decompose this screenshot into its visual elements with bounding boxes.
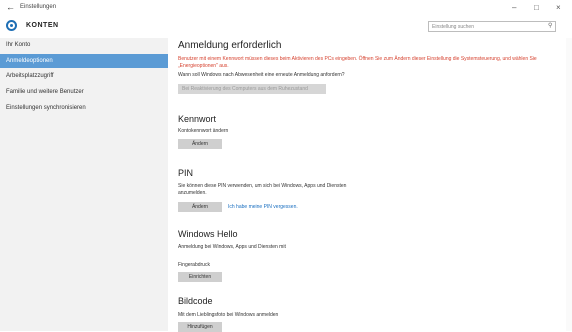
section-title-password: Kennwort [178,114,217,124]
section-title-picture-password: Bildcode [178,296,213,306]
change-pin-button[interactable]: Ändern [178,202,222,212]
search-icon[interactable]: ⚲ [548,22,552,29]
windows-hello-description: Anmeldung bei Windows, Apps und Diensten… [178,244,286,250]
title-bar: ← Einstellungen – □ × [0,0,572,17]
forgot-pin-link[interactable]: Ich habe meine PIN vergessen. [228,204,298,210]
gear-icon [6,20,17,31]
password-subtitle: Kontokennwort ändern [178,128,229,134]
pin-description: Sie können diese PIN verwenden, um sich … [178,183,347,196]
minimize-button[interactable]: – [512,3,516,12]
sidebar-item-sign-in-options[interactable]: Anmeldeoptionen [0,54,168,68]
login-timeout-dropdown[interactable]: Bei Reaktivierung des Computers aus dem … [178,84,326,94]
sidebar-item-sync-settings[interactable]: Einstellungen synchronisieren [0,101,168,115]
sidebar-item-family[interactable]: Familie und weitere Benutzer [0,85,168,99]
dropdown-value: Bei Reaktivierung des Computers aus dem … [182,86,308,92]
scrollbar[interactable] [566,38,572,331]
maximize-button[interactable]: □ [534,3,539,12]
back-arrow-icon[interactable]: ← [6,2,15,12]
picture-password-description: Mit dem Lieblingsfoto bei Windows anmeld… [178,312,279,318]
login-question: Wann soll Windows nach Abwesenheit eine … [178,72,345,78]
search-input[interactable]: Einstellung suchen [428,21,556,32]
fingerprint-label: Fingerabdruck [178,262,210,268]
sidebar-item-your-account[interactable]: Ihr Konto [0,38,168,52]
section-title-pin: PIN [178,168,194,178]
setup-fingerprint-button[interactable]: Einrichten [178,272,222,282]
change-password-button[interactable]: Ändern [178,139,222,149]
main-content: Anmeldung erforderlich Benutzer mit eine… [178,38,568,332]
sidebar: Ihr Konto Anmeldeoptionen Arbeitsplatzzu… [0,38,168,331]
header: KONTEN Einstellung suchen ⚲ [0,17,572,36]
close-button[interactable]: × [556,3,561,12]
section-title-windows-hello: Windows Hello [178,229,238,239]
login-warning-text: Benutzer mit einem Kennwort müssen diese… [178,56,537,69]
page-title: KONTEN [26,22,59,29]
sidebar-item-work-access[interactable]: Arbeitsplatzzugriff [0,69,168,83]
section-title-login-required: Anmeldung erforderlich [178,40,282,51]
window-title: Einstellungen [20,4,57,10]
